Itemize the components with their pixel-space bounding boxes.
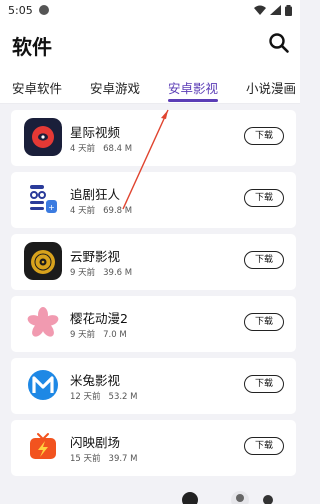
app-size: 39.6 M: [103, 268, 133, 278]
app-updated: 9 天前: [70, 268, 96, 278]
blue-m-icon: [24, 366, 62, 404]
app-card[interactable]: 米兔影视 12 天前 53.2 M 下载: [11, 358, 296, 414]
app-header: 软件: [0, 20, 300, 70]
page-title: 软件: [12, 35, 52, 59]
notification-icon: [38, 5, 49, 15]
app-meta: 12 天前 53.2 M: [70, 390, 138, 402]
app-updated: 12 天前: [70, 392, 101, 402]
wifi-icon: [254, 5, 266, 15]
category-tabs: 安卓软件 安卓游戏 安卓影视 小说漫画: [0, 70, 300, 104]
svg-text:+: +: [48, 203, 55, 212]
app-card[interactable]: 樱花动漫2 9 天前 7.0 M 下载: [11, 296, 296, 352]
app-name: 云野影视: [70, 249, 121, 264]
battery-icon: [285, 4, 292, 16]
status-icons: [254, 4, 292, 16]
status-bar: 5:05: [0, 0, 300, 20]
download-button[interactable]: 下载: [244, 251, 284, 269]
app-name: 米兔影视: [70, 373, 121, 388]
tv-lightning-icon: [24, 428, 62, 466]
download-button[interactable]: 下载: [244, 127, 284, 145]
app-meta: 15 天前 39.7 M: [70, 452, 138, 464]
app-name: 星际视频: [70, 125, 121, 140]
app-name: 追剧狂人: [70, 187, 121, 202]
tab-novels-comics[interactable]: 小说漫画: [246, 78, 296, 97]
status-time: 5:05: [8, 3, 33, 17]
signal-icon: [270, 5, 281, 15]
app-meta: 4 天前 69.8 M: [70, 204, 132, 216]
app-card[interactable]: 闪映剧场 15 天前 39.7 M 下载: [11, 420, 296, 476]
gold-vinyl-icon: [24, 242, 62, 280]
search-icon[interactable]: [268, 32, 290, 54]
app-card[interactable]: + 追剧狂人 4 天前 69.8 M 下载: [11, 172, 296, 228]
app-size: 68.4 M: [103, 144, 133, 154]
app-updated: 15 天前: [70, 454, 101, 464]
tab-android-software[interactable]: 安卓软件: [12, 78, 62, 97]
app-card[interactable]: 星际视频 4 天前 68.4 M 下载: [11, 110, 296, 166]
tab-android-video[interactable]: 安卓影视: [168, 78, 218, 97]
app-card[interactable]: 云野影视 9 天前 39.6 M 下载: [11, 234, 296, 290]
app-name: 樱花动漫2: [70, 311, 128, 326]
app-updated: 4 天前: [70, 206, 96, 216]
active-tab-indicator: [168, 99, 218, 102]
red-record-icon: [24, 118, 62, 156]
download-button[interactable]: 下载: [244, 313, 284, 331]
app-meta: 4 天前 68.4 M: [70, 142, 132, 154]
download-button[interactable]: 下载: [244, 437, 284, 455]
app-size: 7.0 M: [103, 330, 127, 340]
bottom-decoration: [182, 491, 273, 504]
app-size: 39.7 M: [108, 454, 138, 464]
download-button[interactable]: 下载: [244, 375, 284, 393]
app-updated: 4 天前: [70, 144, 96, 154]
app-meta: 9 天前 39.6 M: [70, 266, 132, 278]
app-size: 53.2 M: [108, 392, 138, 402]
robot-face-icon: +: [24, 180, 62, 218]
tab-android-games[interactable]: 安卓游戏: [90, 78, 140, 97]
app-updated: 9 天前: [70, 330, 96, 340]
download-button[interactable]: 下载: [244, 189, 284, 207]
app-size: 69.8 M: [103, 206, 133, 216]
app-name: 闪映剧场: [70, 435, 121, 450]
sakura-icon: [24, 304, 62, 342]
app-meta: 9 天前 7.0 M: [70, 328, 127, 340]
